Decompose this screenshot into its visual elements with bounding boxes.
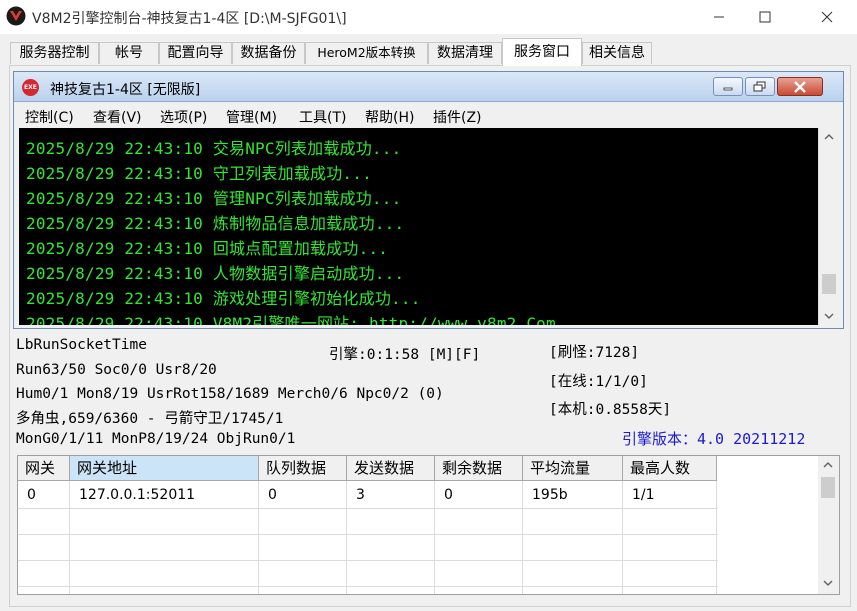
menu-help[interactable]: 帮助(H)	[365, 107, 414, 127]
engine-close-button[interactable]	[777, 77, 823, 96]
menu-view[interactable]: 查看(V)	[93, 107, 142, 127]
run-stats: Run63/50 Soc0/0 Usr8/20	[16, 362, 217, 378]
column-header[interactable]: 网关地址	[70, 456, 259, 481]
engine-uptime: 引擎:0:1:58 [M][F]	[329, 347, 481, 363]
window-titlebar: V8M2引擎控制台-神技复古1-4区 [D:\M-SJFG01\]	[0, 0, 857, 34]
chevron-down-icon	[824, 313, 834, 319]
engine-window-titlebar: EXE 神技复古1-4区 [无限版]	[14, 72, 843, 102]
cell-queue-data: 0	[268, 487, 277, 503]
grid-divider	[18, 534, 718, 535]
tab-strip: 服务器控制 帐号 配置向导 数据备份 HeroM2版本转换 数据清理 服务窗口 …	[0, 38, 857, 66]
engine-restore-button[interactable]	[745, 77, 775, 96]
grid-divider	[716, 481, 717, 594]
cell-max-users: 1/1	[632, 487, 655, 503]
column-header[interactable]: 平均流量	[523, 456, 623, 481]
minimize-icon	[714, 16, 724, 18]
log-line: 2025/8/29 22:43:10 回城点配置加载成功...	[26, 239, 389, 258]
grid-scrollbar[interactable]	[818, 456, 839, 594]
grid-divider	[18, 508, 718, 509]
log-line: 2025/8/29 22:43:10 守卫列表加载成功...	[26, 164, 372, 183]
engine-app-icon: EXE	[22, 79, 39, 96]
menu-options[interactable]: 选项(P)	[160, 107, 207, 127]
log-line: 2025/8/29 22:43:10 交易NPC列表加载成功...	[26, 139, 402, 158]
local-days: [本机:0.8558天]	[549, 402, 672, 418]
minimize-icon	[723, 87, 733, 90]
scroll-thumb[interactable]	[821, 477, 835, 498]
chevron-down-icon	[823, 580, 833, 586]
maximize-icon	[759, 11, 771, 23]
tab-config-wizard[interactable]: 配置向导	[159, 42, 232, 64]
cell-gateway-address: 127.0.0.1:52011	[79, 487, 196, 503]
scroll-down-button[interactable]	[819, 307, 839, 325]
online-count: [在线:1/1/0]	[549, 374, 648, 390]
tab-data-backup[interactable]: 数据备份	[232, 42, 305, 64]
monster-stats: 多角虫,659/6360 - 弓箭守卫/1745/1	[16, 411, 284, 427]
cell-gateway-id: 0	[27, 487, 36, 503]
log-line: 2025/8/29 22:43:10 游戏处理引擎初始化成功...	[26, 289, 421, 308]
chevron-up-icon	[824, 134, 834, 140]
window-title: V8M2引擎控制台-神技复古1-4区 [D:\M-SJFG01\]	[32, 11, 347, 27]
grid-divider	[18, 560, 718, 561]
tab-server-control[interactable]: 服务器控制	[10, 42, 99, 64]
log-line: 2025/8/29 22:43:10 人物数据引擎启动成功...	[26, 264, 405, 283]
column-header[interactable]: 最高人数	[623, 456, 717, 481]
cell-sent-data: 3	[356, 487, 365, 503]
tab-data-cleanup[interactable]: 数据清理	[428, 42, 502, 64]
mon-stats: MonG0/1/11 MonP8/19/24 ObjRun0/1	[16, 431, 296, 447]
log-line: 2025/8/29 22:43:10 炼制物品信息加载成功...	[26, 214, 405, 233]
scroll-down-button[interactable]	[818, 574, 838, 592]
maximize-button[interactable]	[742, 0, 788, 34]
log-scrollbar[interactable]	[818, 128, 838, 325]
close-icon	[794, 80, 806, 93]
column-header[interactable]: 发送数据	[347, 456, 435, 481]
menu-manage[interactable]: 管理(M)	[226, 107, 277, 127]
log-line: 2025/8/29 22:43:10 V8M2引擎唯一网站: http://ww…	[26, 314, 556, 325]
engine-window: EXE 神技复古1-4区 [无限版] 控制(C) 查看(V) 选项(P) 管理(…	[13, 71, 844, 329]
menu-tools[interactable]: 工具(T)	[299, 107, 346, 127]
menu-plugins[interactable]: 插件(Z)	[433, 107, 482, 127]
column-header[interactable]: 网关	[18, 456, 70, 481]
app-logo-icon	[6, 6, 26, 26]
cell-remaining-data: 0	[444, 487, 453, 503]
scroll-thumb[interactable]	[822, 274, 836, 294]
chevron-up-icon	[823, 462, 833, 468]
engine-menubar: 控制(C) 查看(V) 选项(P) 管理(M) 工具(T) 帮助(H) 插件(Z…	[14, 103, 843, 127]
close-icon	[821, 11, 833, 23]
grid-divider	[18, 586, 718, 587]
engine-version: 引擎版本：4.0 20211212	[622, 430, 806, 448]
hum-stats: Hum0/1 Mon8/19 UsrRot158/1689 Merch0/6 N…	[16, 386, 444, 402]
log-line: 2025/8/29 22:43:10 管理NPC列表加载成功...	[26, 189, 402, 208]
column-header[interactable]: 队列数据	[259, 456, 347, 481]
refresh-monster-count: [刷怪:7128]	[549, 345, 640, 361]
restore-icon	[753, 81, 766, 91]
scroll-up-button[interactable]	[819, 128, 839, 146]
minimize-button[interactable]	[696, 0, 742, 34]
close-button[interactable]	[804, 0, 850, 34]
engine-minimize-button[interactable]	[713, 77, 743, 96]
cell-average-traffic: 195b	[532, 487, 568, 503]
engine-window-title: 神技复古1-4区 [无限版]	[50, 82, 201, 98]
menu-control[interactable]: 控制(C)	[25, 107, 74, 127]
tab-herom2-convert[interactable]: HeroM2版本转换	[305, 42, 428, 64]
tab-service-window[interactable]: 服务窗口	[502, 38, 582, 66]
column-header[interactable]: 剩余数据	[435, 456, 523, 481]
tab-account[interactable]: 帐号	[99, 42, 159, 64]
gateway-grid[interactable]: 网关 网关地址 队列数据 发送数据 剩余数据 平均流量 最高人数 0 127.0…	[17, 455, 840, 595]
scroll-up-button[interactable]	[818, 456, 838, 474]
log-console[interactable]: 2025/8/29 22:43:10 交易NPC列表加载成功... 2025/8…	[19, 128, 818, 325]
tab-related-info[interactable]: 相关信息	[582, 42, 652, 64]
socket-time-label: LbRunSocketTime	[16, 337, 147, 353]
